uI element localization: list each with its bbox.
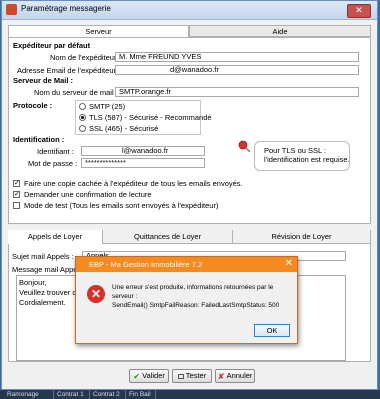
title-bar[interactable]: Paramétrage messagerie ✕ bbox=[2, 1, 377, 20]
test-mode-label: Mode de test (Tous les emails sont envoy… bbox=[24, 201, 219, 210]
protocol-label: Protocole : bbox=[13, 101, 53, 110]
bcc-copy-label: Faire une copie cachée à l'expéditeur de… bbox=[24, 179, 243, 188]
sender-email-field[interactable]: d@wanadoo.fr bbox=[115, 65, 359, 75]
radio-smtp[interactable] bbox=[79, 103, 86, 110]
test-mode-checkbox[interactable] bbox=[13, 202, 20, 209]
password-field[interactable]: ************** bbox=[81, 158, 205, 168]
ok-button[interactable]: OK bbox=[254, 324, 290, 337]
dialog-message-line: SendEmail() SmtpFailReason: FailedLastSm… bbox=[112, 302, 280, 309]
taskbar-item[interactable]: Ramonage bbox=[4, 390, 54, 399]
tab-aide[interactable]: Aide bbox=[189, 25, 371, 37]
radio-smtp-label: SMTP (25) bbox=[89, 102, 126, 111]
identifiant-label: Identifiant : bbox=[37, 147, 74, 156]
annuler-label: Annuler bbox=[226, 371, 253, 380]
message-label: Message mail Appe bbox=[12, 265, 78, 274]
server-header: Serveur de Mail : bbox=[13, 76, 74, 85]
dialog-title: EBP - Ma Gestion Immobilière 7.2 bbox=[89, 260, 203, 269]
tab-quittances-loyer[interactable]: Quittances de Loyer bbox=[103, 230, 233, 244]
top-tabs: Serveur Aide bbox=[8, 25, 371, 37]
radio-tls[interactable] bbox=[79, 114, 86, 121]
expediteur-header: Expéditeur par défaut bbox=[13, 41, 91, 50]
radio-ssl[interactable] bbox=[79, 125, 86, 132]
server-name-field[interactable]: SMTP.orange.fr bbox=[115, 87, 359, 97]
dialog-title-bar[interactable]: EBP - Ma Gestion Immobilière 7.2 ✕ bbox=[76, 257, 297, 272]
pin-icon bbox=[238, 140, 251, 153]
annuler-button[interactable]: ✘ Annuler bbox=[215, 369, 255, 383]
read-receipt-label: Demander une confirmation de lecture bbox=[24, 190, 152, 199]
valider-label: Valider bbox=[142, 371, 165, 380]
dialog-close-icon[interactable]: ✕ bbox=[285, 259, 293, 269]
subject-label: Sujet mail Appels : bbox=[12, 252, 74, 261]
envelope-icon bbox=[177, 374, 184, 379]
close-button[interactable]: ✕ bbox=[347, 4, 371, 18]
bcc-copy-checkbox[interactable]: ✓ bbox=[13, 180, 20, 187]
dialog-message-line: Une erreur s'est produite, informations … bbox=[112, 284, 274, 291]
radio-ssl-label: SSL (465) - Sécurisé bbox=[89, 124, 159, 133]
check-icon: ✔ bbox=[133, 372, 140, 381]
error-icon: ✕ bbox=[87, 285, 105, 303]
taskbar-item[interactable]: Contrat 2 bbox=[90, 390, 126, 399]
dialog-message: Une erreur s'est produite, informations … bbox=[112, 283, 292, 310]
valider-button[interactable]: ✔ Valider bbox=[129, 369, 169, 383]
radio-tls-label: TLS (587) - Sécurisé - Recommandé bbox=[89, 113, 212, 122]
tester-button[interactable]: Tester bbox=[172, 369, 212, 383]
identification-header: Identification : bbox=[13, 135, 65, 144]
tester-label: Tester bbox=[185, 371, 207, 380]
tab-appels-loyer[interactable]: Appels de Loyer bbox=[8, 230, 103, 244]
sender-name-field[interactable]: M. Mme FREUND YVES bbox=[115, 52, 359, 62]
read-receipt-checkbox[interactable]: ✓ bbox=[13, 191, 20, 198]
cancel-icon: ✘ bbox=[217, 372, 225, 381]
server-name-label: Nom du serveur de mail : bbox=[34, 88, 118, 97]
taskbar-item[interactable]: Contrat 1 bbox=[54, 390, 90, 399]
app-icon bbox=[6, 4, 17, 15]
password-label: Mot de passe : bbox=[28, 159, 78, 168]
tab-serveur[interactable]: Serveur bbox=[8, 25, 189, 37]
dialog-message-line: serveur : bbox=[112, 293, 138, 300]
sender-name-label: Nom de l'expéditeur : bbox=[50, 53, 121, 62]
identifiant-field[interactable]: l@wanadoo.fr bbox=[81, 146, 205, 156]
window-title: Paramétrage messagerie bbox=[21, 4, 111, 13]
tab-revision-loyer[interactable]: Révision de Loyer bbox=[233, 230, 371, 244]
taskbar-item[interactable]: Fin Bail bbox=[126, 390, 156, 399]
sender-email-label: Adresse Email de l'expéditeur : bbox=[17, 66, 121, 75]
error-dialog: EBP - Ma Gestion Immobilière 7.2 ✕ ✕ Une… bbox=[75, 256, 298, 344]
tls-hint-text: Pour TLS ou SSL : l'identification est r… bbox=[264, 146, 350, 164]
taskbar: Ramonage Contrat 1 Contrat 2 Fin Bail bbox=[0, 390, 380, 399]
